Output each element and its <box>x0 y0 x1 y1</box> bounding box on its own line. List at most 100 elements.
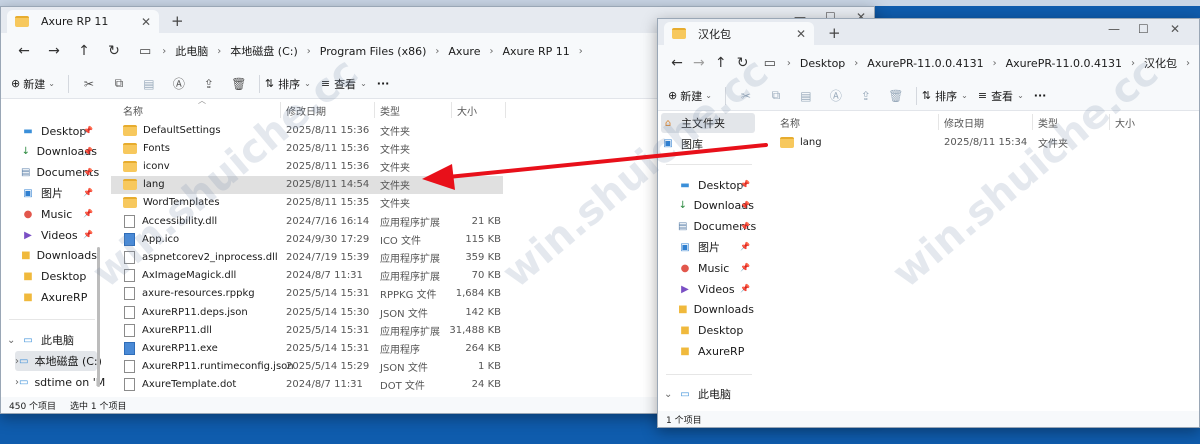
file-icon <box>124 287 135 301</box>
pin-icon[interactable]: 📌 <box>83 168 93 177</box>
breadcrumb-item[interactable]: AxurePR-11.0.0.4131 <box>1006 57 1122 70</box>
file-name: AxureRP11.dll <box>142 324 212 336</box>
pin-icon[interactable]: 📌 <box>740 180 750 189</box>
table-row[interactable]: AxureTemplate.dot 2024/8/7 11:31 DOT 文件 24 … <box>111 376 503 394</box>
nav-item-label: Desktop <box>698 178 744 192</box>
file-icon <box>124 305 135 319</box>
view-button[interactable]: ≡ 查看 ⌄ <box>978 88 1024 104</box>
table-row[interactable]: aspnetcorev2_inprocess.dll 2024/7/19 15:3… <box>111 248 503 266</box>
column-header-type[interactable]: 类型 <box>380 99 400 121</box>
nav-item[interactable]: ■ Desktop <box>678 321 754 341</box>
nav-tree-item[interactable]: ⌄ ▭ 此电脑 <box>664 384 754 404</box>
column-separator[interactable] <box>451 102 452 118</box>
breadcrumb-item[interactable]: Axure RP 11 <box>502 45 569 58</box>
table-row[interactable]: lang 2025/8/11 15:34 文件夹 <box>768 133 1188 151</box>
nav-tree-item[interactable]: › ▭ 本地磁盘 (C:) <box>15 351 102 371</box>
tab-hanhua-bao[interactable]: 汉化包 ✕ <box>664 22 814 45</box>
cell-name: AxureRP11.dll <box>123 321 212 339</box>
cell-modified: 2024/9/30 17:29 <box>286 233 370 245</box>
nav-item[interactable]: ■ AxureRP <box>21 287 97 307</box>
drive-icon: ▭ <box>680 388 690 400</box>
cell-name: AxureTemplate.dot <box>123 376 236 394</box>
pin-icon[interactable]: 📌 <box>83 230 93 239</box>
paste-icon[interactable]: ▤ <box>134 77 164 91</box>
column-header-name[interactable]: 名称 <box>780 111 800 133</box>
chevron-icon[interactable]: ⌄ <box>7 335 21 346</box>
table-row[interactable]: Fonts 2025/8/11 15:36 文件夹 <box>111 139 503 157</box>
pin-icon[interactable]: 📌 <box>740 263 750 272</box>
copy-icon[interactable]: ⧉ <box>104 76 134 91</box>
nav-item-label: Desktop <box>41 124 87 138</box>
file-name: lang <box>800 136 822 148</box>
maximize-button[interactable]: ☐ <box>1138 22 1149 36</box>
sort-button[interactable]: ⇅ 排序 ⌄ <box>922 88 968 104</box>
pin-icon[interactable]: 📌 <box>83 126 93 135</box>
cell-size: 359 KB <box>465 251 501 263</box>
nav-item[interactable]: ■ Downloads <box>678 300 754 320</box>
breadcrumb-item[interactable]: AxurePR-11.0.0.4131 <box>867 57 983 70</box>
table-row[interactable]: iconv 2025/8/11 15:36 文件夹 <box>111 157 503 175</box>
column-separator[interactable] <box>1032 114 1033 130</box>
minimize-button[interactable]: — <box>1108 22 1120 36</box>
more-options-button[interactable]: ··· <box>1034 89 1047 102</box>
cut-icon[interactable]: ✂ <box>74 77 104 91</box>
nav-item[interactable]: ■ AxureRP <box>678 341 754 361</box>
share-icon[interactable]: ⇪ <box>851 89 881 103</box>
pin-icon[interactable]: 📌 <box>83 188 93 197</box>
column-header-name[interactable]: 名称 <box>123 99 143 121</box>
nav-tree-label: 此电脑 <box>698 388 731 401</box>
close-window-button[interactable]: ✕ <box>1170 22 1180 36</box>
new-button[interactable]: ⊕ 新建 ⌄ <box>11 76 55 92</box>
chevron-icon[interactable]: ⌄ <box>664 389 678 400</box>
paste-icon[interactable]: ▤ <box>791 89 821 103</box>
pin-icon[interactable]: 📌 <box>740 222 750 231</box>
cell-type: JSON 文件 <box>380 308 428 320</box>
pin-icon[interactable]: 📌 <box>83 147 93 156</box>
delete-icon[interactable]: 🗑 <box>881 89 911 103</box>
delete-icon[interactable]: 🗑 <box>224 77 254 91</box>
nav-tree-item[interactable]: › ▭ sdtime on 'M <box>15 372 105 392</box>
more-options-button[interactable]: ··· <box>377 77 390 90</box>
table-row[interactable]: axure-resources.rppkg 2025/5/14 15:31 RPPK… <box>111 285 503 303</box>
back-arrow-icon[interactable]: ← <box>666 55 688 71</box>
sort-icon: ⇅ <box>921 89 932 102</box>
share-icon[interactable]: ⇪ <box>194 77 224 91</box>
new-tab-button[interactable]: + <box>171 12 184 30</box>
pictures-icon: ▣ <box>23 187 33 199</box>
table-row[interactable]: AxImageMagick.dll 2024/8/7 11:31 应用程序扩展 70 … <box>111 267 503 285</box>
forward-arrow-icon[interactable]: → <box>688 55 710 71</box>
rename-icon[interactable]: Ⓐ <box>164 75 194 92</box>
rename-icon[interactable]: Ⓐ <box>821 87 851 104</box>
breadcrumb-item[interactable]: 此电脑 <box>175 43 208 59</box>
tab-title: Axure RP 11 <box>41 15 109 28</box>
tab-axure-rp-11[interactable]: Axure RP 11 ✕ <box>7 10 159 33</box>
table-row[interactable]: AxureRP11.runtimeconfig.json 2025/5/14 15… <box>111 358 503 376</box>
up-arrow-icon[interactable]: ↑ <box>69 43 99 59</box>
cell-modified: 2025/8/11 14:54 <box>286 179 370 191</box>
back-arrow-icon[interactable]: ← <box>9 43 39 59</box>
pin-icon[interactable]: 📌 <box>83 209 93 218</box>
pin-icon[interactable]: 📌 <box>740 201 750 210</box>
pin-icon[interactable]: 📌 <box>740 242 750 251</box>
column-header-modified[interactable]: 修改日期 <box>944 111 984 133</box>
nav-item[interactable]: ■ Desktop <box>21 267 97 287</box>
close-tab-icon[interactable]: ✕ <box>796 27 806 41</box>
breadcrumb-item[interactable]: Axure <box>448 45 480 58</box>
breadcrumb-item[interactable]: Desktop <box>800 57 845 70</box>
nav-tree-item[interactable]: ⌄ ▭ 此电脑 <box>7 330 97 350</box>
refresh-icon[interactable]: ↻ <box>99 43 129 59</box>
pin-icon[interactable]: 📌 <box>740 284 750 293</box>
forward-arrow-icon[interactable]: → <box>39 43 69 59</box>
column-header-size[interactable]: 大小 <box>457 99 477 121</box>
column-separator[interactable] <box>938 114 939 130</box>
new-tab-button[interactable]: + <box>828 24 841 42</box>
divider <box>67 74 69 93</box>
breadcrumb-item[interactable]: 本地磁盘 (C:) <box>230 43 297 59</box>
table-row[interactable]: AxureRP11.exe 2025/5/14 15:31 应用程序 264 KB <box>111 339 503 357</box>
close-tab-icon[interactable]: ✕ <box>141 15 151 29</box>
download-icon: ↓ <box>678 200 687 212</box>
column-separator[interactable] <box>374 102 375 118</box>
table-row[interactable]: AxureRP11.deps.json 2025/5/14 15:30 JSON 文… <box>111 303 503 321</box>
column-separator[interactable] <box>505 102 506 118</box>
table-row[interactable]: AxureRP11.dll 2025/5/14 15:31 应用程序扩展 31,488… <box>111 321 503 339</box>
